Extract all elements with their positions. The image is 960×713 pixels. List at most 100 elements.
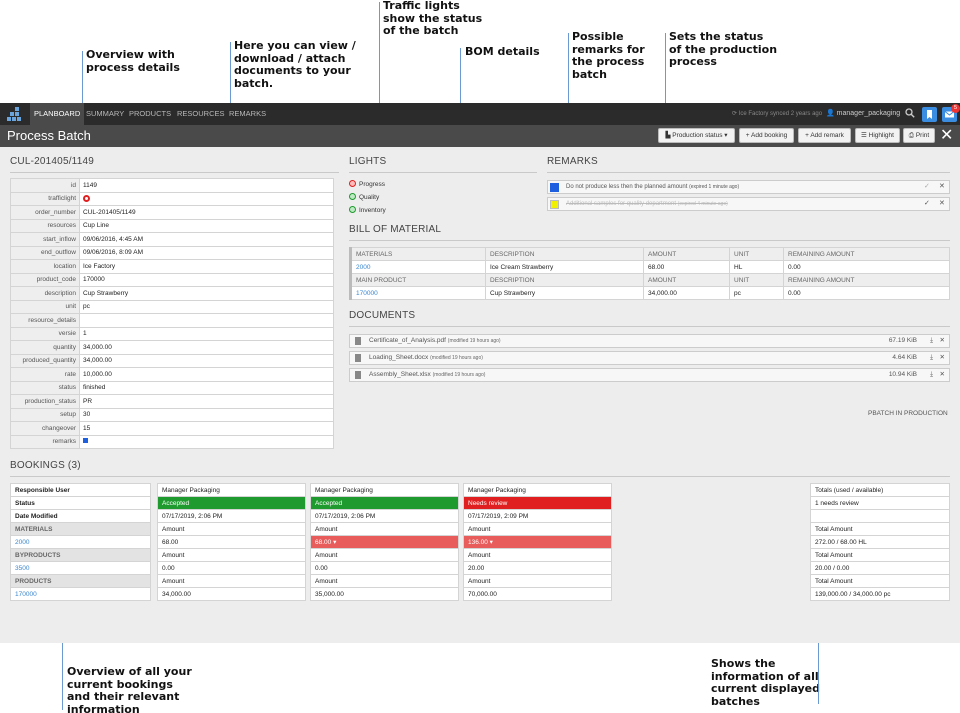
nav-products[interactable]: PRODUCTS — [129, 103, 171, 125]
material-amount-dropdown[interactable]: 68.00 ▾ — [310, 535, 459, 549]
annotation-documents: Here you can view / download / attach docu… — [234, 39, 356, 90]
detail-value[interactable]: Cup Line — [79, 218, 334, 233]
delete-icon[interactable]: ✕ — [940, 369, 945, 381]
traffic-light-quality: Quality — [349, 193, 379, 201]
detail-row: status finished — [10, 380, 334, 395]
check-icon[interactable]: ✓ — [924, 198, 930, 210]
print-icon: ⎙ — [908, 132, 916, 139]
detail-row: versie 1 — [10, 326, 334, 341]
material-amount: 68.00 — [157, 535, 306, 549]
detail-key: start_inflow — [10, 232, 80, 247]
document-item[interactable]: Assembly_Sheet.xlsx (modified 19 hours a… — [349, 368, 950, 382]
label-responsible-user: Responsible User — [10, 483, 151, 497]
bom-header: MAIN PRODUCT — [349, 273, 486, 287]
booking-column: Manager Packaging Accepted 07/17/2019, 2… — [310, 483, 459, 601]
detail-value: 1 — [79, 326, 334, 341]
document-item[interactable]: Loading_Sheet.docx (modified 19 hours ag… — [349, 351, 950, 365]
amount-label: Amount — [310, 522, 459, 536]
bom-table: MATERIALS DESCRIPTION AMOUNT UNIT REMAIN… — [349, 247, 950, 300]
detail-key: resources — [10, 218, 80, 233]
detail-value: 09/06/2016, 8:09 AM — [79, 245, 334, 260]
material-link[interactable]: 2000 — [10, 535, 151, 549]
user-menu[interactable]: 👤 manager_packaging — [826, 103, 900, 125]
detail-key: production_status — [10, 394, 80, 409]
bom-cell: 68.00 — [643, 260, 730, 274]
amount-label: Amount — [157, 548, 306, 562]
remark-color-swatch — [550, 183, 559, 192]
check-icon[interactable]: ✓ — [924, 181, 930, 193]
download-icon[interactable]: ⤓ — [930, 369, 933, 381]
bom-header: REMAINING AMOUNT — [783, 247, 950, 261]
document-item[interactable]: Certificate_of_Analysis.pdf (modified 19… — [349, 334, 950, 348]
byproduct-amount: 0.00 — [157, 561, 306, 575]
bookmark-icon[interactable] — [922, 107, 937, 122]
nav-resources[interactable]: RESOURCES — [177, 103, 225, 125]
product-link[interactable]: 170000 — [10, 587, 151, 601]
product-amount: 34,000.00 — [157, 587, 306, 601]
booking-status-badge[interactable]: Accepted — [310, 496, 459, 510]
detail-row: produced_quantity 34,000.00 — [10, 353, 334, 368]
file-icon — [355, 371, 361, 379]
amount-label: Amount — [463, 574, 612, 588]
booking-date: 07/17/2019, 2:09 PM — [463, 509, 612, 523]
production-status-dropdown[interactable]: ▙ Production status ▾ — [658, 128, 735, 143]
delete-icon[interactable]: ✕ — [940, 335, 945, 347]
close-icon[interactable]: ✕ — [939, 181, 945, 193]
material-amount-dropdown[interactable]: 136.00 ▾ — [463, 535, 612, 549]
sync-icon: ⟳ — [732, 111, 739, 117]
product-code-link[interactable]: 170000 — [349, 286, 486, 300]
detail-row: production_status PR — [10, 394, 334, 409]
close-icon[interactable]: ✕ — [940, 126, 953, 146]
detail-value: PR — [79, 394, 334, 409]
amount-label: Amount — [310, 548, 459, 562]
annotation-overview: Overview with process details — [86, 48, 180, 74]
traffic-light-inventory: Inventory — [349, 206, 386, 214]
bom-header: AMOUNT — [643, 273, 730, 287]
add-remark-button[interactable]: + Add remark — [798, 128, 851, 143]
product-amount: 35,000.00 — [310, 587, 459, 601]
remark-item[interactable]: Additional samples for quality departmen… — [547, 197, 950, 211]
remark-indicator-icon — [83, 438, 88, 444]
material-code-link[interactable]: 2000 — [349, 260, 486, 274]
total-amount-label: Total Amount — [810, 548, 950, 562]
nav-summary[interactable]: SUMMARY — [86, 103, 124, 125]
nav-remarks[interactable]: REMARKS — [229, 103, 266, 125]
byproduct-link[interactable]: 3500 — [10, 561, 151, 575]
detail-value — [79, 313, 334, 328]
total-amount-label: Total Amount — [810, 574, 950, 588]
batch-details-table: id 1149 trafficlight order_number CUL-201405… — [10, 178, 334, 449]
download-icon[interactable]: ⤓ — [930, 352, 933, 364]
page-title: Process Batch — [7, 128, 91, 143]
app-logo-icon[interactable] — [7, 107, 21, 121]
detail-value: Ice Factory — [79, 259, 334, 274]
nav-planboard[interactable]: PLANBOARD — [30, 103, 85, 125]
detail-key: trafficlight — [10, 191, 80, 206]
add-booking-button[interactable]: + Add booking — [739, 128, 794, 143]
detail-value: 34,000.00 — [79, 340, 334, 355]
content-area: CUL-201405/1149 id 1149 trafficlight order_… — [0, 147, 960, 643]
screenshot-root: Overview with process details Here you ca… — [0, 0, 960, 713]
delete-icon[interactable]: ✕ — [940, 352, 945, 364]
detail-value: 15 — [79, 421, 334, 436]
detail-value: 30 — [79, 407, 334, 422]
search-icon[interactable] — [905, 108, 915, 118]
detail-key: description — [10, 286, 80, 301]
remark-item[interactable]: Do not produce less then the planned amo… — [547, 180, 950, 194]
bom-cell: 0.00 — [783, 260, 950, 274]
print-button[interactable]: ⎙ Print — [903, 128, 935, 143]
detail-value: 10,000.00 — [79, 367, 334, 382]
highlight-button[interactable]: ☰ Highlight — [855, 128, 900, 143]
lights-heading: LIGHTS — [349, 156, 387, 167]
detail-value[interactable]: 170000 — [79, 272, 334, 287]
top-navigation-bar: PLANBOARD SUMMARY PRODUCTS RESOURCES REM… — [0, 103, 960, 125]
download-icon[interactable]: ⤓ — [930, 335, 933, 347]
detail-row: changeover 15 — [10, 421, 334, 436]
list-icon: ☰ — [861, 132, 869, 139]
detail-value: finished — [79, 380, 334, 395]
booking-status-badge[interactable]: Needs review — [463, 496, 612, 510]
bom-header: UNIT — [729, 247, 784, 261]
booking-status-badge[interactable]: Accepted — [157, 496, 306, 510]
close-icon[interactable]: ✕ — [939, 198, 945, 210]
status-dot-icon — [349, 180, 356, 187]
bom-cell: Ice Cream Strawberry — [485, 260, 644, 274]
